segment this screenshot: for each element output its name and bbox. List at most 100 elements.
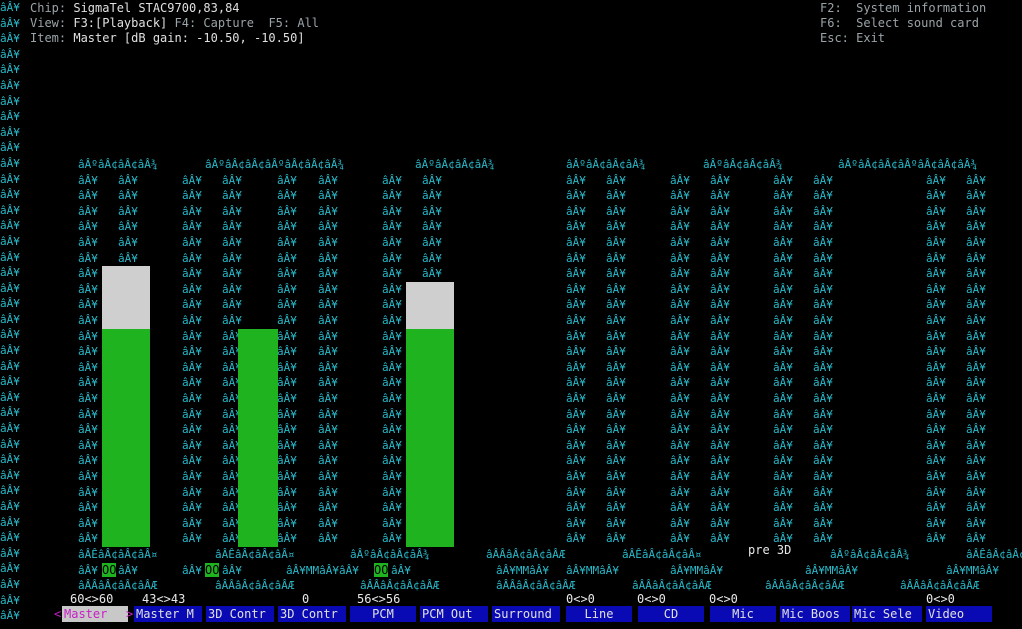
- fader-rail-cd: âÂ¥: [670, 345, 690, 359]
- fader-rail-surround-a: âÂ¥: [277, 376, 297, 390]
- fader-rail-line: âÂ¥: [566, 392, 586, 405]
- fader-bottom-video: âÂÊâÂ¢âÂ¢âÂ¤: [966, 548, 1022, 561]
- mute-rail-3d: âÂ¥: [182, 563, 202, 577]
- view-all[interactable]: F5: All: [268, 16, 319, 30]
- fader-rail-pcm: âÂ¥: [422, 173, 442, 187]
- fader-rail-master: âÂ¥: [78, 407, 98, 421]
- fader-rail-mic: âÂ¥: [773, 329, 793, 343]
- control-line[interactable]: Line: [566, 606, 632, 622]
- control-mic-boost[interactable]: Mic Boos: [780, 606, 850, 622]
- fader-rail-surround-a: âÂ¥: [277, 251, 297, 265]
- fader-rail-surround-a: âÂ¥: [277, 298, 297, 312]
- fader-rail-video: âÂ¥: [966, 173, 986, 187]
- fader-rail-surround-a: âÂ¥: [318, 485, 338, 499]
- fader-rail-surround-a: âÂ¥: [277, 516, 297, 530]
- fader-rail-mic: âÂ¥: [813, 189, 833, 203]
- level-peak-pcm: [406, 281, 454, 329]
- fader-rail-video: âÂ¥: [926, 407, 946, 421]
- fader-rail-master: âÂ¥: [78, 392, 98, 405]
- fader-rail-master: âÂ¥: [118, 189, 138, 203]
- mute-3d: OO: [205, 562, 220, 577]
- control-master-mono[interactable]: Master M: [134, 606, 202, 622]
- fader-rail-cd: âÂ¥: [710, 220, 730, 234]
- control-surround[interactable]: Surround: [492, 606, 560, 622]
- fader-rail-cd: âÂ¥: [710, 329, 730, 343]
- fader-rail-mic: âÂ¥: [813, 282, 833, 296]
- chip-line: Chip: SigmaTel STAC9700,83,84: [30, 0, 240, 16]
- help-system-info[interactable]: F2: System information: [820, 0, 986, 16]
- control-mic-select[interactable]: Mic Sele: [852, 606, 922, 622]
- fader-rail-cd: âÂ¥: [670, 532, 690, 546]
- fader-rail-video: âÂ¥: [966, 376, 986, 390]
- control-3d-control-1[interactable]: 3D Contr: [206, 606, 274, 622]
- fader-rail-surround-a: âÂ¥: [277, 485, 297, 499]
- help-exit[interactable]: Esc: Exit: [820, 30, 885, 46]
- fader-rail-cd: âÂ¥: [670, 392, 690, 405]
- fader-rail-master-mono: âÂ¥: [182, 532, 202, 546]
- fader-rail-master-mono: âÂ¥: [182, 298, 202, 312]
- fader-rail-master: âÂ¥: [78, 298, 98, 312]
- control-video[interactable]: Video: [926, 606, 992, 622]
- channel-value: 0<>0: [709, 592, 738, 606]
- fader-top-line: âÂºâÂ¢âÂ¢âÂ¾: [566, 158, 646, 171]
- fader-rail-mic: âÂ¥: [773, 392, 793, 405]
- fader-rail-video: âÂ¥: [926, 438, 946, 452]
- fader-rail-video: âÂ¥: [966, 516, 986, 530]
- fader-top-master: âÂºâÂ¢âÂ¢âÂ¾: [78, 158, 158, 171]
- control-mic[interactable]: Mic: [710, 606, 776, 622]
- fader-rail-surround-a: âÂ¥: [277, 392, 297, 405]
- fader-rail-mic: âÂ¥: [773, 516, 793, 530]
- control-cd[interactable]: CD: [638, 606, 704, 622]
- view-capture[interactable]: F4: Capture: [175, 16, 254, 30]
- chip-value: SigmaTel STAC9700,83,84: [73, 1, 240, 15]
- fader-rail-line: âÂ¥: [606, 314, 626, 327]
- fader-rail-master: âÂ¥: [78, 360, 98, 374]
- control-pcm-out[interactable]: PCM Out: [420, 606, 488, 622]
- fader-rail-cd: âÂ¥: [670, 376, 690, 390]
- fader-rail-mic: âÂ¥: [773, 267, 793, 281]
- fader-rail-line: âÂ¥: [566, 189, 586, 203]
- fader-rail-pcm: âÂ¥: [382, 407, 402, 421]
- fader-rail-video: âÂ¥: [966, 220, 986, 234]
- fader-rail-surround-a: âÂ¥: [318, 376, 338, 390]
- fader-top-pcm: âÂºâÂ¢âÂ¢âÂ¾: [415, 158, 495, 171]
- fader-rail-cd: âÂ¥: [670, 407, 690, 421]
- mute-rail-pcm: âÂ¥: [391, 563, 411, 577]
- fader-rail-pcm: âÂ¥: [422, 204, 442, 218]
- fader-rail-line: âÂ¥: [566, 282, 586, 296]
- fader-rail-pcm: âÂ¥: [382, 532, 402, 546]
- fader-rail-pcm: âÂ¥: [382, 470, 402, 483]
- fader-rail-surround-a: âÂ¥: [318, 438, 338, 452]
- fader-top-master-mono: âÂºâÂ¢âÂ¢âÂºâÂ¢âÂ¢âÂ¾: [205, 158, 345, 171]
- fader-rail-master: âÂ¥: [78, 220, 98, 234]
- fader-rail-surround-a: âÂ¥: [318, 251, 338, 265]
- fader-rail-mic: âÂ¥: [773, 423, 793, 437]
- fader-rail-mic: âÂ¥: [773, 470, 793, 483]
- fader-rail-surround-a: âÂ¥: [277, 423, 297, 437]
- mute-master: OO: [102, 562, 117, 577]
- control-3d-control-2[interactable]: 3D Contr: [278, 606, 346, 622]
- fader-rail-master-mono: âÂ¥: [182, 407, 202, 421]
- fader-rail-video: âÂ¥: [966, 454, 986, 468]
- fader-rail-cd: âÂ¥: [710, 438, 730, 452]
- fader-rail-surround-a: âÂ¥: [277, 220, 297, 234]
- fader-rail-mic: âÂ¥: [813, 516, 833, 530]
- help-select-card[interactable]: F6: Select sound card: [820, 15, 979, 31]
- fader-rail-video: âÂ¥: [926, 501, 946, 515]
- fader-rail-surround-a: âÂ¥: [277, 204, 297, 218]
- fader-rail-line: âÂ¥: [606, 189, 626, 203]
- fader-rail-mic: âÂ¥: [813, 376, 833, 390]
- fader-rail-surround-a: âÂ¥: [277, 438, 297, 452]
- fader-rail-pcm: âÂ¥: [382, 204, 402, 218]
- fader-rail-cd: âÂ¥: [710, 236, 730, 249]
- fader-rail-cd: âÂ¥: [670, 204, 690, 218]
- view-playback[interactable]: F3:[Playback]: [73, 16, 167, 30]
- control-master[interactable]: Master: [62, 606, 128, 622]
- control-pcm[interactable]: PCM: [350, 606, 416, 622]
- fader-top-cd: âÂºâÂ¢âÂ¢âÂ¾: [703, 158, 783, 171]
- fader-rail-video: âÂ¥: [926, 423, 946, 437]
- fader-rail-surround-a: âÂ¥: [277, 532, 297, 546]
- fader-rail-line: âÂ¥: [606, 501, 626, 515]
- fader-rail-master-mono: âÂ¥: [182, 376, 202, 390]
- fader-rail-video: âÂ¥: [926, 516, 946, 530]
